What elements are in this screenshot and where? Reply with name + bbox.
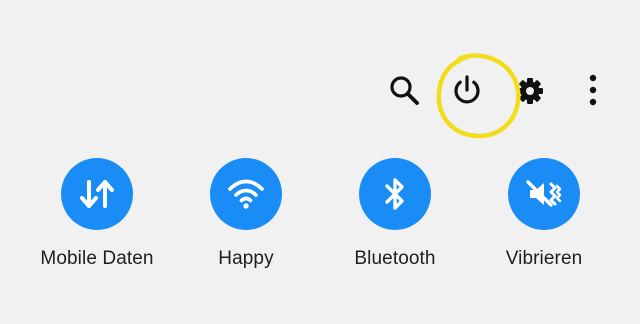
tile-label-vibrate: Vibrieren <box>505 248 583 269</box>
power-icon[interactable] <box>450 73 484 107</box>
tile-label-wifi: Happy <box>218 248 274 269</box>
bluetooth-icon <box>385 178 404 210</box>
tile-label-bluetooth: Bluetooth <box>354 248 436 269</box>
wifi-icon <box>228 179 264 209</box>
more-vertical-icon[interactable] <box>584 72 602 108</box>
tile-vibrate[interactable]: Vibrieren <box>474 158 614 308</box>
tile-mobile-data[interactable]: Mobile Daten <box>27 158 167 308</box>
vibrate-icon <box>526 180 562 207</box>
gear-icon[interactable] <box>515 76 545 106</box>
quick-settings-toolbar <box>0 0 640 140</box>
vibrate-toggle[interactable] <box>508 158 580 230</box>
mobile-data-icon <box>80 180 114 208</box>
wifi-toggle[interactable] <box>210 158 282 230</box>
search-icon[interactable] <box>387 73 421 107</box>
tile-bluetooth[interactable]: Bluetooth <box>325 158 465 308</box>
bluetooth-toggle[interactable] <box>359 158 431 230</box>
tile-label-mobile-data: Mobile Daten <box>40 248 154 269</box>
quick-settings-tiles: Mobile Daten Happy Bluetooth Vibrieren <box>0 158 640 318</box>
mobile-data-toggle[interactable] <box>61 158 133 230</box>
tile-wifi[interactable]: Happy <box>176 158 316 308</box>
